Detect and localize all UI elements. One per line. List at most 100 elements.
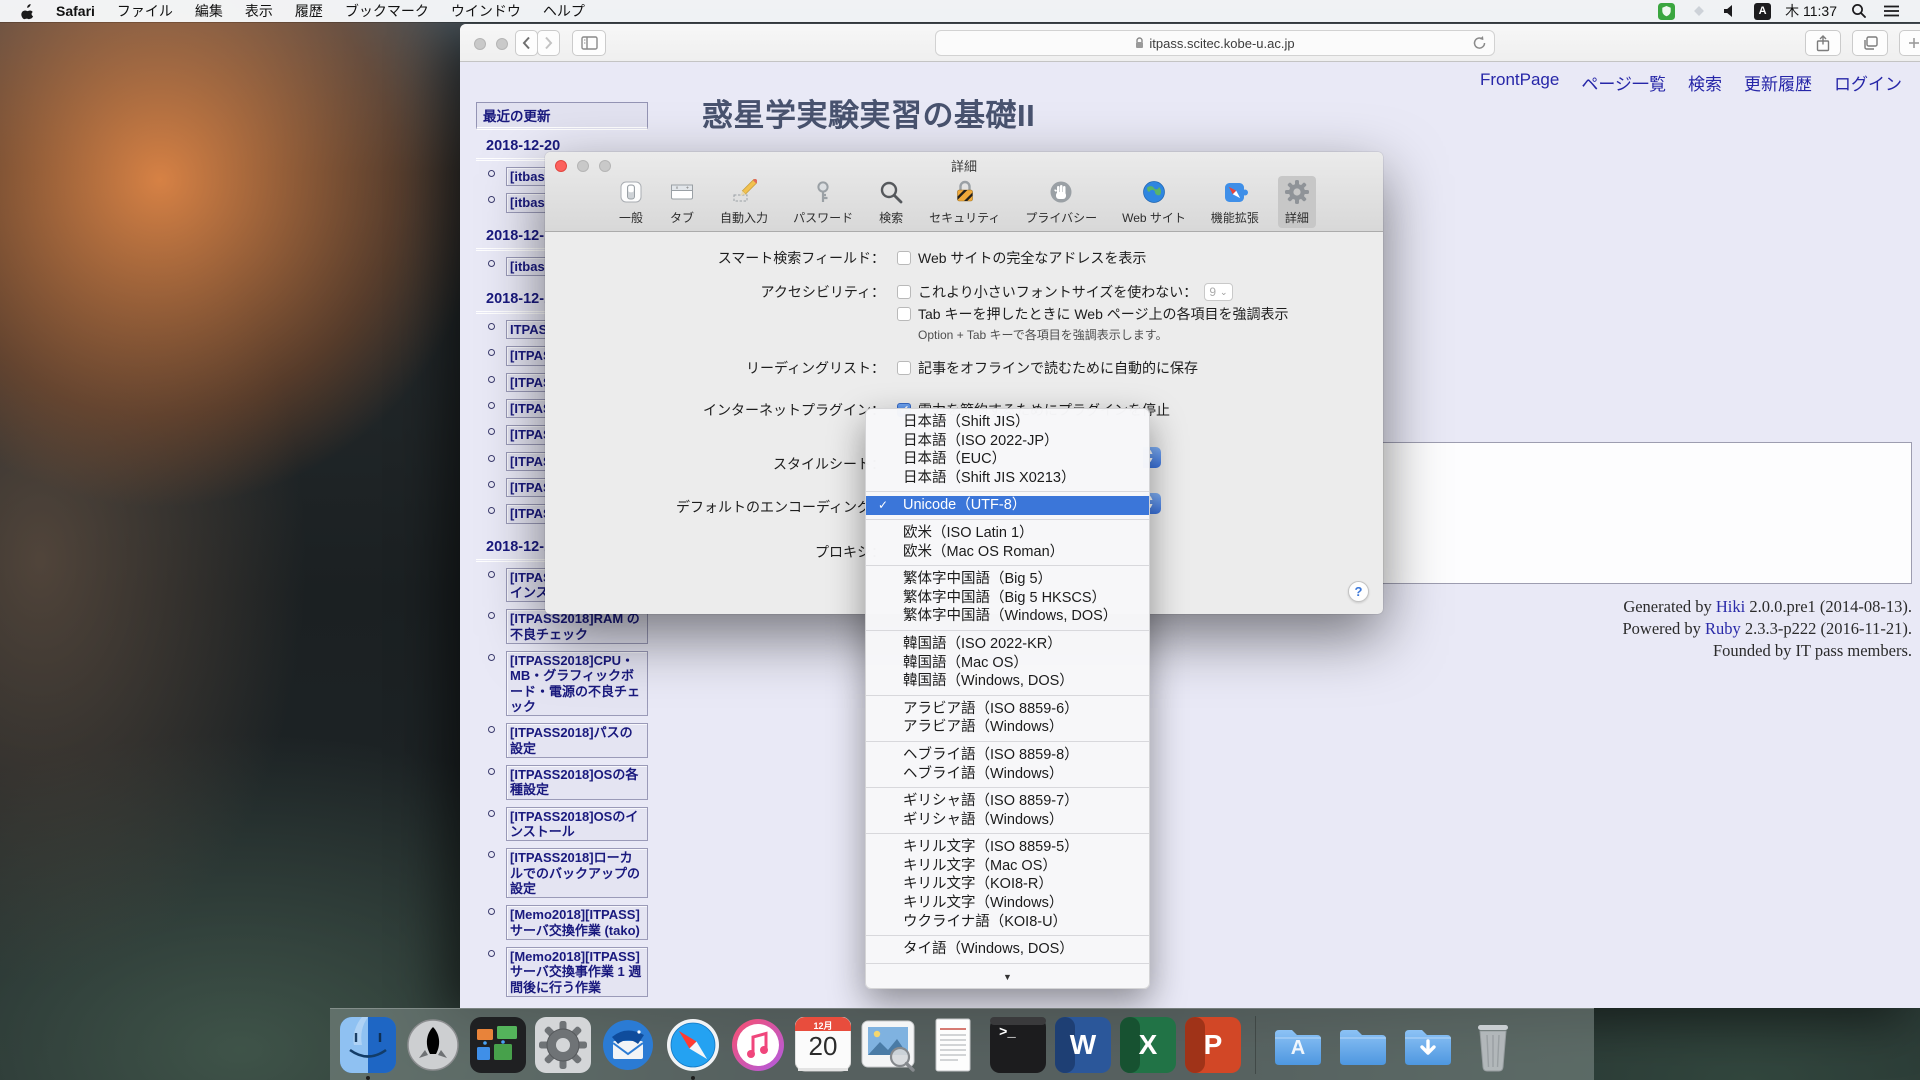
pref-tab-セキュリティ[interactable]: セキュリティ <box>923 176 1006 228</box>
zoom-button[interactable] <box>599 160 611 172</box>
page-nav-link-3[interactable]: 更新履歴 <box>1744 70 1812 95</box>
menu-item-0[interactable]: ファイル <box>106 1 184 21</box>
dock-folder-documents-icon[interactable] <box>1335 1017 1391 1073</box>
pref-tab-Web サイト[interactable]: Web サイト <box>1116 176 1192 228</box>
dock-safari-icon[interactable] <box>665 1017 721 1073</box>
back-button[interactable] <box>515 30 538 56</box>
notification-center-icon[interactable] <box>1883 4 1900 18</box>
menu-item-6[interactable]: ヘルプ <box>532 1 596 21</box>
menu-item-encoding[interactable]: 韓国語（ISO 2022-KR） <box>866 635 1149 654</box>
menu-item-encoding[interactable]: ギリシャ語（ISO 8859-7） <box>866 792 1149 811</box>
new-tab-button[interactable] <box>1899 30 1920 56</box>
pref-tab-プライバシー[interactable]: プライバシー <box>1019 176 1103 228</box>
pref-tab-詳細[interactable]: 詳細 <box>1278 176 1316 228</box>
hiki-link[interactable]: Hiki <box>1716 597 1745 616</box>
menu-item-4[interactable]: ブックマーク <box>334 1 440 21</box>
page-nav-link-0[interactable]: FrontPage <box>1480 70 1559 95</box>
menu-item-encoding[interactable]: 日本語（EUC） <box>866 450 1149 469</box>
menu-item-1[interactable]: 編集 <box>184 1 234 21</box>
menu-item-2[interactable]: 表示 <box>234 1 284 21</box>
spotlight-search-icon[interactable] <box>1851 3 1867 19</box>
close-button[interactable] <box>555 160 567 172</box>
menu-item-encoding[interactable]: 日本語（Shift JIS） <box>866 413 1149 432</box>
sidebar-link[interactable]: [ITPASS2018]CPU・MB・グラフィックボード・電源の不良チェック <box>506 651 648 716</box>
smart-search-checkbox[interactable] <box>897 251 911 265</box>
sidebar-link[interactable]: [ITPASS2018]パスの設定 <box>506 723 648 758</box>
close-button[interactable] <box>474 38 486 50</box>
menu-item-encoding[interactable]: 日本語（ISO 2022-JP） <box>866 432 1149 451</box>
min-font-checkbox[interactable] <box>897 285 911 299</box>
sidebar-link[interactable]: [Memo2018][ITPASS]サーバ交換事作業 1 週間後に行う作業 <box>506 947 648 997</box>
input-source-icon[interactable]: A <box>1754 3 1771 20</box>
menu-item-5[interactable]: ウインドウ <box>440 1 532 21</box>
menu-item-encoding[interactable]: ギリシャ語（Windows） <box>866 811 1149 830</box>
menu-safari[interactable]: Safari <box>45 3 106 19</box>
menu-item-encoding[interactable]: キリル文字（ISO 8859-5） <box>866 838 1149 857</box>
menu-item-encoding[interactable]: アラビア語（Windows） <box>866 718 1149 737</box>
pref-tab-タブ[interactable]: ×+タブ <box>663 176 701 228</box>
scroll-down-arrow[interactable]: ▼ <box>866 968 1149 988</box>
dock-system-preferences-icon[interactable] <box>535 1017 591 1073</box>
help-button[interactable]: ? <box>1348 581 1369 602</box>
green-status-icon[interactable] <box>1658 3 1675 20</box>
menu-item-encoding[interactable]: 繁体字中国語（Windows, DOS） <box>866 607 1149 626</box>
reload-icon[interactable] <box>1472 35 1487 54</box>
menu-item-encoding[interactable]: 欧米（Mac OS Roman） <box>866 543 1149 562</box>
sidebar-link[interactable]: [ITPASS2018]OSの各種設定 <box>506 765 648 800</box>
menu-item-encoding[interactable]: 韓国語（Windows, DOS） <box>866 672 1149 691</box>
minimize-button[interactable] <box>496 38 508 50</box>
menu-item-encoding[interactable]: 繁体字中国語（Big 5） <box>866 570 1149 589</box>
menu-item-encoding[interactable]: ヘブライ語（Windows） <box>866 765 1149 784</box>
pref-tab-自動入力[interactable]: 自動入力 <box>714 176 774 228</box>
dock-folder-downloads-icon[interactable] <box>1400 1017 1456 1073</box>
dock-excel-icon[interactable]: X <box>1120 1017 1176 1073</box>
dock-thunderbird-icon[interactable] <box>600 1017 656 1073</box>
sidebar-link[interactable]: [ITPASS2018]RAM の不良チェック <box>506 609 648 644</box>
dock-launchpad-icon[interactable] <box>405 1017 461 1073</box>
dock-finder-icon[interactable] <box>340 1017 396 1073</box>
dock-mission-control-icon[interactable] <box>470 1017 526 1073</box>
dock-calendar-icon[interactable]: 12月20 <box>795 1017 851 1073</box>
pref-tab-一般[interactable]: 一般 <box>612 176 650 228</box>
dock-folder-applications-icon[interactable]: A <box>1270 1017 1326 1073</box>
pref-tab-パスワード[interactable]: パスワード <box>787 176 859 228</box>
menu-item-encoding[interactable]: ヘブライ語（ISO 8859-8） <box>866 746 1149 765</box>
page-nav-link-1[interactable]: ページ一覧 <box>1581 70 1666 95</box>
tab-highlight-checkbox[interactable] <box>897 307 911 321</box>
dock-textedit-icon[interactable] <box>925 1017 981 1073</box>
menu-item-encoding[interactable]: キリル文字（Windows） <box>866 894 1149 913</box>
minimize-button[interactable] <box>577 160 589 172</box>
menu-item-encoding[interactable]: 日本語（Shift JIS X0213） <box>866 469 1149 488</box>
menubar-clock[interactable]: 木 11:37 <box>1785 1 1837 21</box>
menu-item-encoding[interactable]: アラビア語（ISO 8859-6） <box>866 700 1149 719</box>
dock-trash-icon[interactable] <box>1465 1017 1521 1073</box>
menu-item-encoding[interactable]: ウクライナ語（KOI8-U） <box>866 913 1149 932</box>
airport-diamond-icon[interactable] <box>1691 3 1707 19</box>
menu-item-encoding[interactable]: 繁体字中国語（Big 5 HKSCS） <box>866 589 1149 608</box>
dock-itunes-icon[interactable] <box>730 1017 786 1073</box>
apple-menu-icon[interactable] <box>20 3 35 20</box>
tab-overview-button[interactable] <box>1852 30 1888 56</box>
page-nav-link-4[interactable]: ログイン <box>1834 70 1902 95</box>
sidebar-link[interactable]: [Memo2018][ITPASS]サーバ交換作業 (tako) <box>506 905 648 940</box>
forward-button[interactable] <box>537 30 560 56</box>
menu-item-encoding[interactable]: タイ語（Windows, DOS） <box>866 940 1149 959</box>
page-nav-link-2[interactable]: 検索 <box>1688 70 1722 95</box>
menu-item-encoding[interactable]: 韓国語（Mac OS） <box>866 654 1149 673</box>
dock-word-icon[interactable]: W <box>1055 1017 1111 1073</box>
menu-item-encoding[interactable]: 欧米（ISO Latin 1） <box>866 524 1149 543</box>
menu-item-3[interactable]: 履歴 <box>284 1 334 21</box>
dock-powerpoint-icon[interactable]: P <box>1185 1017 1241 1073</box>
dock-terminal-icon[interactable]: >_ <box>990 1017 1046 1073</box>
pref-tab-機能拡張[interactable]: 機能拡張 <box>1205 176 1265 228</box>
menu-item-encoding[interactable]: キリル文字（KOI8-R） <box>866 875 1149 894</box>
volume-icon[interactable] <box>1723 4 1738 18</box>
reading-list-checkbox[interactable] <box>897 361 911 375</box>
sidebar-link[interactable]: [ITPASS2018]ローカルでのバックアップの設定 <box>506 848 648 898</box>
address-bar[interactable]: itpass.scitec.kobe-u.ac.jp <box>935 30 1495 56</box>
share-button[interactable] <box>1805 30 1841 56</box>
sidebar-toggle-button[interactable] <box>572 30 606 56</box>
dock-preview-icon[interactable] <box>860 1017 916 1073</box>
font-size-select[interactable]: 9⌄ <box>1204 283 1232 301</box>
sidebar-link[interactable]: [ITPASS2018]OSのインストール <box>506 807 648 842</box>
